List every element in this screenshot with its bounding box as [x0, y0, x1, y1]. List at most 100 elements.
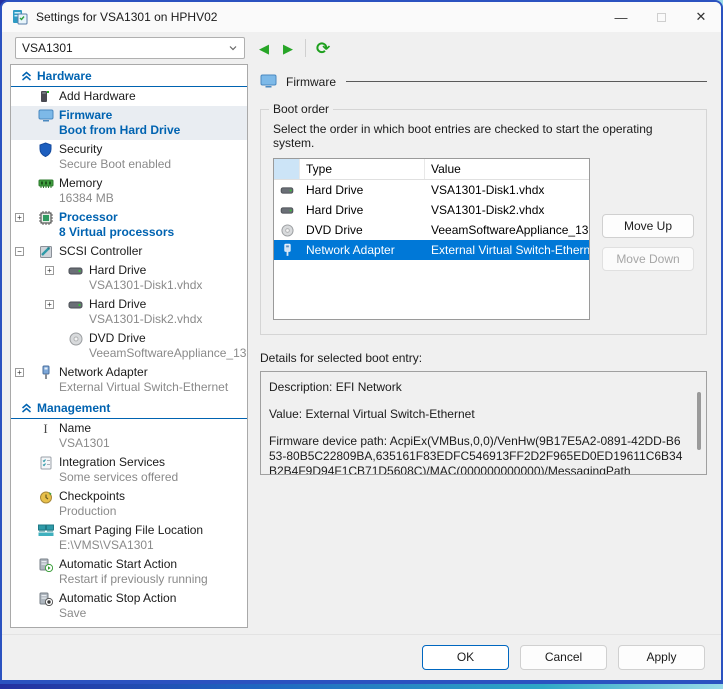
item-label: Firmware — [59, 108, 180, 123]
item-label: Network Adapter — [59, 365, 228, 380]
sidebar-item-automatic-start[interactable]: Automatic Start Action Restart if previo… — [11, 555, 247, 589]
item-label: Hard Drive — [89, 263, 202, 278]
section-management[interactable]: Management — [11, 397, 247, 419]
table-header-row: Type Value — [274, 159, 589, 180]
scsi-controller-icon — [37, 244, 54, 259]
sidebar-item-automatic-stop[interactable]: Automatic Stop Action Save — [11, 589, 247, 623]
sidebar-item-hard-drive-1[interactable]: + Hard Drive VSA1301-Disk1.vhdx — [11, 261, 247, 295]
vm-selector-dropdown[interactable]: VSA1301 — [15, 37, 245, 59]
settings-nav-sidebar[interactable]: Hardware Add Hardware Firmware Boot from… — [10, 64, 248, 628]
item-sub: VeeamSoftwareAppliance_13.... — [89, 346, 248, 361]
sidebar-item-add-hardware[interactable]: Add Hardware — [11, 87, 247, 106]
item-sub: Save — [59, 606, 176, 621]
item-label: Memory — [59, 176, 114, 191]
boot-order-description: Select the order in which boot entries a… — [273, 122, 694, 150]
item-sub: VSA1301-Disk1.vhdx — [89, 278, 202, 293]
dvd-drive-icon — [281, 224, 294, 237]
boot-entry-network-adapter[interactable]: Network Adapter External Virtual Switch-… — [274, 240, 589, 260]
details-firmware-path: Firmware device path: AcpiEx(VMBus,0,0)/… — [269, 434, 684, 475]
vm-toolbar: VSA1301 ◀ ▶ ⟳ — [2, 32, 721, 64]
sidebar-item-network-adapter[interactable]: + Network Adapter External Virtual Switc… — [11, 363, 247, 397]
sidebar-item-firmware[interactable]: Firmware Boot from Hard Drive — [11, 106, 247, 140]
sidebar-item-dvd-drive[interactable]: DVD Drive VeeamSoftwareAppliance_13.... — [11, 329, 247, 363]
item-label: DVD Drive — [89, 331, 248, 346]
boot-entry-value: External Virtual Switch-Ethernet — [425, 240, 589, 260]
details-description: Description: EFI Network — [269, 380, 684, 394]
sidebar-item-scsi-controller[interactable]: − SCSI Controller — [11, 242, 247, 261]
boot-entry-type: DVD Drive — [300, 220, 425, 240]
apply-button[interactable]: Apply — [618, 645, 705, 670]
dvd-drive-icon — [67, 331, 84, 346]
automatic-stop-icon — [37, 591, 54, 606]
boot-entry-type: Hard Drive — [300, 180, 425, 200]
move-up-button[interactable]: Move Up — [602, 214, 694, 238]
settings-dialog: Settings for VSA1301 on HPHV02 — ✕ VSA13… — [0, 0, 723, 684]
item-label: Hard Drive — [89, 297, 202, 312]
sidebar-item-integration-services[interactable]: Integration Services Some services offer… — [11, 453, 247, 487]
item-sub: Some services offered — [59, 470, 178, 485]
settings-content-panel: Firmware Boot order Select the order in … — [248, 64, 709, 628]
boot-entry-dvd-drive[interactable]: DVD Drive VeeamSoftwareAppliance_13.0.1.… — [274, 220, 589, 240]
item-sub: VSA1301-Disk2.vhdx — [89, 312, 202, 327]
expand-icon[interactable]: + — [45, 300, 54, 309]
item-sub: Production — [59, 504, 125, 519]
desktop-background: Settings for VSA1301 on HPHV02 — ✕ VSA13… — [0, 0, 723, 689]
boot-entry-hard-drive-2[interactable]: Hard Drive VSA1301-Disk2.vhdx — [274, 200, 589, 220]
group-label: Boot order — [269, 102, 333, 116]
maximize-button — [641, 2, 681, 32]
sidebar-item-security[interactable]: Security Secure Boot enabled — [11, 140, 247, 174]
hyperv-settings-icon — [12, 9, 28, 25]
refresh-button[interactable]: ⟳ — [316, 40, 330, 57]
chevron-down-icon — [228, 43, 238, 53]
navigate-forward-button[interactable]: ▶ — [283, 42, 293, 55]
item-label: Security — [59, 142, 171, 157]
ok-button[interactable]: OK — [422, 645, 509, 670]
expand-icon[interactable]: + — [15, 368, 24, 377]
firmware-icon — [37, 108, 54, 123]
collapse-icon[interactable]: − — [15, 247, 24, 256]
header-rule — [346, 81, 707, 82]
expand-icon[interactable]: + — [15, 213, 24, 222]
icon-column-header — [274, 159, 300, 179]
title-bar[interactable]: Settings for VSA1301 on HPHV02 — ✕ — [2, 2, 721, 32]
sidebar-item-smart-paging[interactable]: Smart Paging File Location E:\VMS\VSA130… — [11, 521, 247, 555]
processor-icon — [37, 210, 54, 225]
boot-entry-type: Hard Drive — [300, 200, 425, 220]
cancel-button[interactable]: Cancel — [520, 645, 607, 670]
hard-drive-icon — [280, 186, 294, 195]
item-label: Automatic Start Action — [59, 557, 208, 572]
item-sub: Secure Boot enabled — [59, 157, 171, 172]
details-box[interactable]: Description: EFI Network Value: External… — [260, 371, 707, 475]
sidebar-item-memory[interactable]: Memory 16384 MB — [11, 174, 247, 208]
boot-order-group: Boot order Select the order in which boo… — [260, 109, 707, 335]
value-column-header[interactable]: Value — [425, 159, 589, 179]
section-hardware[interactable]: Hardware — [11, 65, 247, 87]
sidebar-item-name[interactable]: I Name VSA1301 — [11, 419, 247, 453]
hard-drive-icon — [67, 263, 84, 278]
content-header-title: Firmware — [286, 75, 336, 89]
sidebar-item-hard-drive-2[interactable]: + Hard Drive VSA1301-Disk2.vhdx — [11, 295, 247, 329]
details-scrollbar[interactable] — [697, 392, 701, 450]
sidebar-item-processor[interactable]: + Processor 8 Virtual processors — [11, 208, 247, 242]
type-column-header[interactable]: Type — [300, 159, 425, 179]
boot-order-table[interactable]: Type Value Hard Drive VSA1301-Disk1.vhdx… — [273, 158, 590, 320]
collapse-chevron-icon[interactable] — [21, 403, 32, 414]
minimize-button[interactable]: — — [601, 2, 641, 32]
boot-entry-hard-drive-1[interactable]: Hard Drive VSA1301-Disk1.vhdx — [274, 180, 589, 200]
item-label: Name — [59, 421, 110, 436]
sidebar-item-checkpoints[interactable]: Checkpoints Production — [11, 487, 247, 521]
boot-entry-value: VeeamSoftwareAppliance_13.0.1.18... — [425, 220, 589, 240]
firmware-icon — [260, 74, 278, 89]
move-down-button[interactable]: Move Down — [602, 247, 694, 271]
collapse-chevron-icon[interactable] — [21, 71, 32, 82]
boot-entry-value: VSA1301-Disk1.vhdx — [425, 180, 589, 200]
integration-services-icon — [37, 455, 54, 470]
item-sub: External Virtual Switch-Ethernet — [59, 380, 228, 395]
section-label: Hardware — [37, 69, 92, 83]
item-sub: VSA1301 — [59, 436, 110, 451]
expand-icon[interactable]: + — [45, 266, 54, 275]
vm-selector-value: VSA1301 — [22, 41, 73, 55]
navigate-back-button[interactable]: ◀ — [259, 42, 269, 55]
close-button[interactable]: ✕ — [681, 2, 721, 32]
add-hardware-icon — [37, 89, 54, 104]
